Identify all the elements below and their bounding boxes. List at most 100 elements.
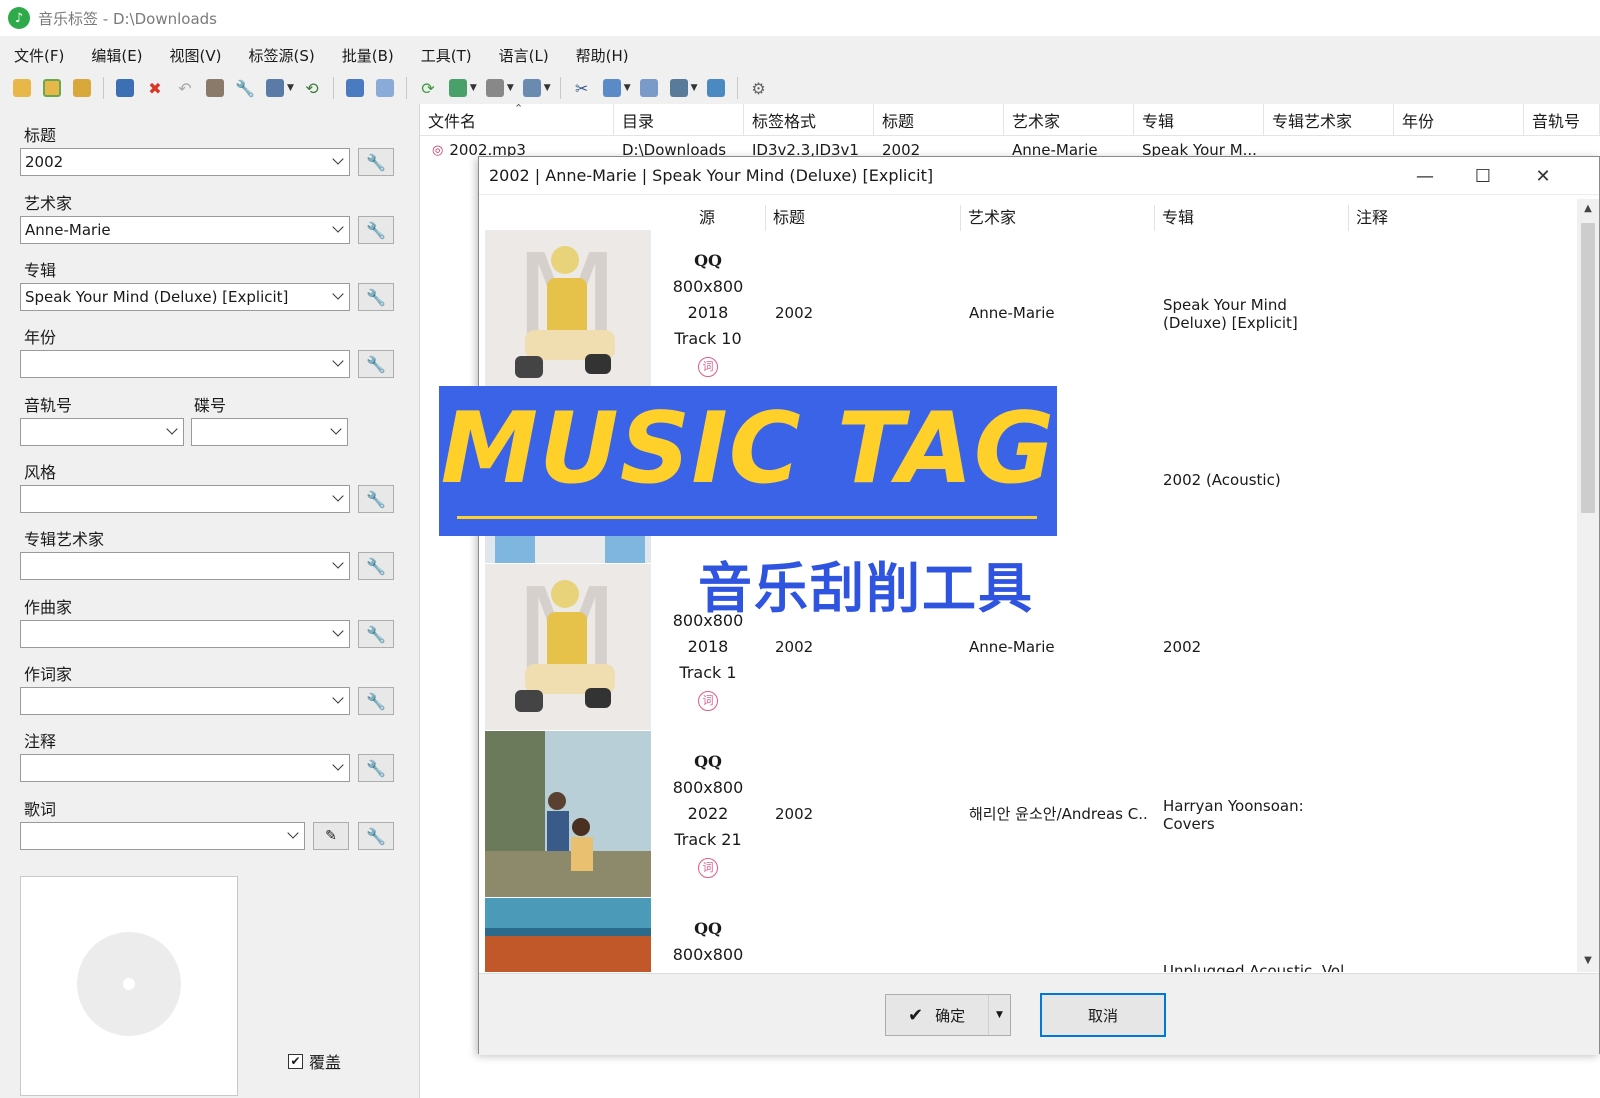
lyrics-tool-button[interactable]: 🔧 xyxy=(358,822,394,850)
chevron-down-icon[interactable] xyxy=(331,425,341,435)
result-row[interactable]: QQ 800x800 2022 Track 21 词 2002 해리안 윤소안/… xyxy=(481,731,1545,898)
chevron-down-icon[interactable]: ▼ xyxy=(691,83,698,93)
ok-button[interactable]: ✔ 确定 ▼ xyxy=(885,994,1011,1036)
genre-field[interactable] xyxy=(20,485,350,513)
chevron-down-icon[interactable] xyxy=(288,829,298,839)
year-field[interactable] xyxy=(20,350,350,378)
folders-icon[interactable] xyxy=(70,76,94,100)
checkbox-checked-icon[interactable]: ✔ xyxy=(288,1053,303,1069)
lyricist-field[interactable] xyxy=(20,687,350,715)
tag-source-icon[interactable] xyxy=(263,76,287,100)
chevron-down-icon[interactable] xyxy=(333,559,343,569)
maximize-icon[interactable]: ☐ xyxy=(1471,165,1495,187)
settings-icon[interactable]: ⚙ xyxy=(747,76,771,100)
column-album[interactable]: 专辑 xyxy=(1134,104,1264,136)
column-title[interactable]: 标题 xyxy=(874,104,1004,136)
column-title[interactable]: 标题 xyxy=(773,199,805,233)
menu-edit[interactable]: 编辑(E) xyxy=(91,45,142,66)
lyrics-field[interactable] xyxy=(20,822,305,850)
refresh-icon[interactable]: ⟳ xyxy=(416,76,440,100)
comment-tool-button[interactable]: 🔧 xyxy=(358,754,394,782)
chevron-down-icon[interactable] xyxy=(167,425,177,435)
track-field[interactable] xyxy=(20,418,184,446)
chevron-down-icon[interactable]: ▼ xyxy=(624,83,631,93)
column-directory[interactable]: 目录 xyxy=(614,104,744,136)
undo-icon[interactable]: ↶ xyxy=(173,76,197,100)
column-year[interactable]: 年份 xyxy=(1394,104,1524,136)
result-row[interactable]: M QQ 800x800 2018 Track 10 词 2002 Anne-M… xyxy=(481,230,1545,397)
panel-icon[interactable] xyxy=(704,76,728,100)
close-icon[interactable]: ✕ xyxy=(1531,165,1555,187)
chevron-down-icon[interactable] xyxy=(333,290,343,300)
open-folder-icon[interactable] xyxy=(10,76,34,100)
delete-icon[interactable]: ✖ xyxy=(143,76,167,100)
title-field[interactable]: 2002 xyxy=(20,148,350,176)
grid-icon[interactable] xyxy=(343,76,367,100)
album-field[interactable]: Speak Your Mind (Deluxe) [Explicit] xyxy=(20,283,350,311)
composer-field[interactable] xyxy=(20,620,350,648)
chevron-down-icon[interactable]: ▼ xyxy=(507,83,514,93)
column-filename[interactable]: ⌃ 文件名 xyxy=(420,104,614,136)
window-icon[interactable] xyxy=(637,76,661,100)
artist-field[interactable]: Anne-Marie xyxy=(20,216,350,244)
column-track[interactable]: 音轨号 xyxy=(1524,104,1600,136)
image-icon[interactable] xyxy=(446,76,470,100)
vertical-scrollbar[interactable]: ▲ ▼ xyxy=(1577,199,1599,972)
wrench-icon[interactable]: 🔧 xyxy=(233,76,257,100)
column-artist[interactable]: 艺术家 xyxy=(1004,104,1134,136)
chevron-down-icon[interactable]: ▼ xyxy=(470,83,477,93)
scroll-up-icon[interactable]: ▲ xyxy=(1581,203,1595,217)
menu-tools[interactable]: 工具(T) xyxy=(421,45,472,66)
disc-field[interactable] xyxy=(191,418,348,446)
scroll-down-icon[interactable]: ▼ xyxy=(1581,955,1595,969)
album-artist-field[interactable] xyxy=(20,552,350,580)
menu-language[interactable]: 语言(L) xyxy=(499,45,549,66)
chevron-down-icon[interactable] xyxy=(333,357,343,367)
menu-view[interactable]: 视图(V) xyxy=(170,45,222,66)
cancel-button[interactable]: 取消 xyxy=(1040,993,1166,1037)
chevron-down-icon[interactable]: ▼ xyxy=(544,83,551,93)
chevron-down-icon[interactable]: ▼ xyxy=(287,83,294,93)
chevron-down-icon[interactable]: ▼ xyxy=(988,995,1010,1035)
menu-help[interactable]: 帮助(H) xyxy=(576,45,629,66)
menu-tag-source[interactable]: 标签源(S) xyxy=(249,45,315,66)
column-album-artist[interactable]: 专辑艺术家 xyxy=(1264,104,1394,136)
cover-art-box[interactable] xyxy=(20,876,238,1096)
column-artist[interactable]: 艺术家 xyxy=(968,199,1016,233)
title-tool-button[interactable]: 🔧 xyxy=(358,148,394,176)
album-artist-tool-button[interactable]: 🔧 xyxy=(358,552,394,580)
column-tag-format[interactable]: 标签格式 xyxy=(744,104,874,136)
scrollbar-thumb[interactable] xyxy=(1581,223,1595,513)
album-tool-button[interactable]: 🔧 xyxy=(358,283,394,311)
menu-file[interactable]: 文件(F) xyxy=(14,45,64,66)
lyricist-tool-button[interactable]: 🔧 xyxy=(358,687,394,715)
lyrics-edit-button[interactable]: ✎ xyxy=(313,822,349,850)
year-tool-button[interactable]: 🔧 xyxy=(358,350,394,378)
tools-icon[interactable]: ✂ xyxy=(570,76,594,100)
export-icon[interactable] xyxy=(520,76,544,100)
history-icon[interactable]: ⟲ xyxy=(300,76,324,100)
save-icon[interactable] xyxy=(113,76,137,100)
composer-tool-button[interactable]: 🔧 xyxy=(358,620,394,648)
column-album[interactable]: 专辑 xyxy=(1162,199,1194,233)
copy-icon[interactable] xyxy=(600,76,624,100)
column-source[interactable]: 源 xyxy=(699,199,715,233)
comment-field[interactable] xyxy=(20,754,350,782)
artist-tool-button[interactable]: 🔧 xyxy=(358,216,394,244)
genre-tool-button[interactable]: 🔧 xyxy=(358,485,394,513)
chevron-down-icon[interactable] xyxy=(333,492,343,502)
result-row[interactable]: QQ 800x800 Unplugged Acoustic, Vol... xyxy=(481,898,1545,972)
chevron-down-icon[interactable] xyxy=(333,155,343,165)
batch-icon[interactable] xyxy=(667,76,691,100)
chevron-down-icon[interactable] xyxy=(333,694,343,704)
column-comment[interactable]: 注释 xyxy=(1356,199,1388,233)
book-icon[interactable] xyxy=(203,76,227,100)
overwrite-checkbox[interactable]: ✔ 覆盖 xyxy=(288,1049,341,1073)
menu-batch[interactable]: 批量(B) xyxy=(342,45,394,66)
chevron-down-icon[interactable] xyxy=(333,761,343,771)
chevron-down-icon[interactable] xyxy=(333,223,343,233)
format-icon[interactable] xyxy=(483,76,507,100)
minimize-icon[interactable]: — xyxy=(1413,165,1437,187)
table-icon[interactable] xyxy=(373,76,397,100)
add-folder-icon[interactable] xyxy=(40,76,64,100)
